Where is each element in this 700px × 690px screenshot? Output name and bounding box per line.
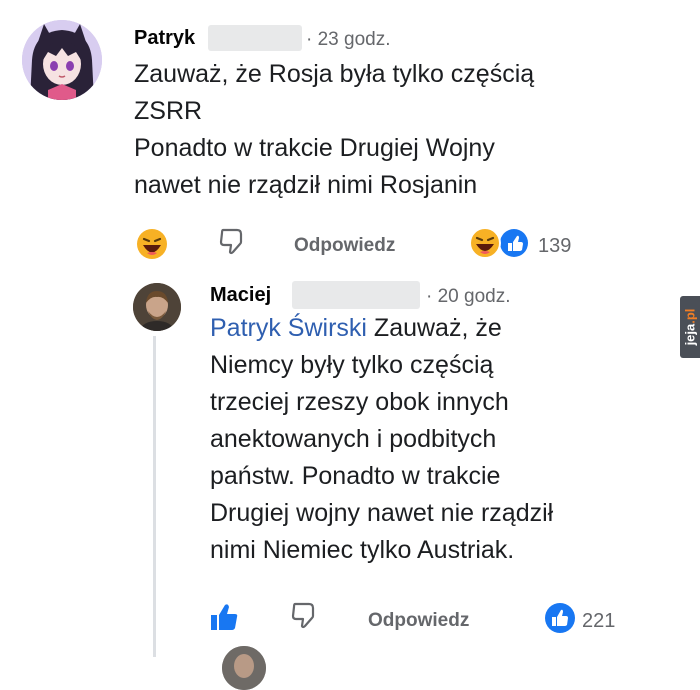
avatar[interactable] (133, 283, 181, 331)
anime-girl-avatar-icon (22, 20, 102, 100)
reaction-summary[interactable] (468, 226, 532, 260)
redacted-surname (208, 25, 302, 51)
reaction-count[interactable]: 221 (582, 610, 615, 633)
reaction-count[interactable]: 139 (538, 235, 571, 258)
comment-line: Ponadto w trakcie Drugiej Wojny (134, 134, 495, 162)
reply-line: trzeciej rzeszy obok innych (210, 388, 509, 416)
haha-react-button[interactable] (136, 228, 168, 260)
reply-body: Patryk Świrski Zauważ, że Niemcy były ty… (210, 310, 670, 569)
thumbs-down-icon (291, 602, 315, 629)
user-photo-avatar-icon (133, 283, 181, 331)
thumbs-down-icon (219, 228, 243, 255)
comment-author[interactable]: Patryk (134, 27, 195, 50)
avatar[interactable] (22, 20, 102, 100)
avatar[interactable] (222, 646, 266, 690)
reply-line: Patryk Świrski Zauważ, że (210, 310, 670, 347)
reply-button[interactable]: Odpowiedz (294, 235, 395, 257)
comment-line: Zauważ, że Rosja była tylko częścią (134, 60, 535, 88)
reply-line-text: Zauważ, że (373, 314, 502, 342)
reply-author[interactable]: Maciej (210, 284, 271, 307)
thumbs-up-filled-icon (211, 604, 238, 630)
like-button[interactable] (208, 602, 240, 632)
reply-thread-line (153, 336, 156, 657)
comment-line: ZSRR (134, 97, 203, 125)
comment-body: Zauważ, że Rosja była tylko częścią ZSRR… (134, 56, 634, 204)
dislike-button[interactable] (290, 600, 318, 630)
reply-line: nimi Niemiec tylko Austriak. (210, 536, 515, 564)
reply-line: anektowanych i podbitych (210, 425, 497, 453)
mention-link[interactable]: Patryk Świrski (210, 314, 367, 342)
watermark-text: jeja.pl (682, 308, 698, 346)
redacted-surname (292, 281, 420, 309)
haha-emoji-icon (137, 229, 167, 259)
like-reaction-icon (545, 603, 575, 633)
dislike-button[interactable] (218, 226, 246, 256)
reply-button[interactable]: Odpowiedz (368, 610, 469, 632)
comment-timestamp[interactable]: · 23 godz. (306, 29, 391, 51)
reply-timestamp[interactable]: · 20 godz. (426, 286, 511, 308)
haha-like-reactions-icon (469, 227, 528, 259)
comment-line: nawet nie rządził nimi Rosjanin (134, 171, 478, 199)
user-photo-avatar-icon (222, 646, 266, 690)
reply-line: Drugiej wojny nawet nie rządził (210, 499, 554, 527)
reply-line: Niemcy były tylko częścią (210, 351, 494, 379)
reply-line: państw. Ponadto w trakcie (210, 462, 501, 490)
site-watermark: jeja.pl (680, 296, 700, 358)
like-reaction-summary[interactable] (544, 602, 576, 634)
